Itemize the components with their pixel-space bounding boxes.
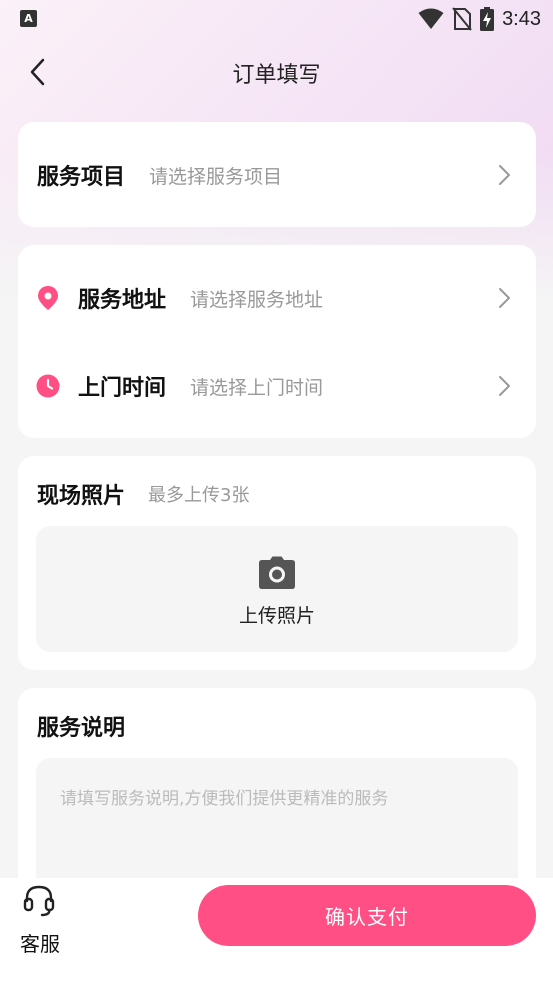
description-placeholder: 请填写服务说明,方便我们提供更精准的服务 bbox=[60, 789, 389, 809]
app-icon: A bbox=[20, 10, 37, 27]
photos-card: 现场照片 最多上传3张 上传照片 bbox=[18, 456, 536, 670]
visit-time-value: 请选择上门时间 bbox=[190, 376, 324, 399]
photos-hint: 最多上传3张 bbox=[148, 485, 250, 506]
confirm-pay-button[interactable]: 确认支付 bbox=[198, 885, 536, 946]
headset-icon bbox=[23, 885, 55, 917]
chevron-right-icon bbox=[499, 165, 510, 185]
status-time: 3:43 bbox=[502, 7, 541, 30]
visit-time-row[interactable]: 上门时间 请选择上门时间 bbox=[18, 356, 536, 416]
photos-title: 现场照片 bbox=[37, 484, 126, 509]
description-input[interactable]: 请填写服务说明,方便我们提供更精准的服务 bbox=[36, 758, 518, 898]
service-item-row[interactable]: 服务项目 请选择服务项目 bbox=[18, 145, 536, 205]
chevron-right-icon bbox=[499, 288, 510, 308]
bottom-bar: 客服 确认支付 bbox=[0, 878, 553, 983]
status-bar: A 3:43 bbox=[0, 0, 553, 38]
no-sim-icon bbox=[452, 7, 472, 31]
address-value: 请选择服务地址 bbox=[190, 288, 324, 311]
wifi-icon bbox=[418, 8, 444, 29]
description-title: 服务说明 bbox=[37, 716, 126, 741]
service-item-value: 请选择服务项目 bbox=[149, 165, 283, 188]
camera-icon bbox=[259, 556, 295, 589]
visit-time-label: 上门时间 bbox=[78, 376, 167, 401]
nav-bar: 订单填写 bbox=[0, 45, 553, 97]
address-label: 服务地址 bbox=[78, 288, 167, 313]
page-title: 订单填写 bbox=[232, 63, 321, 88]
clock-icon bbox=[36, 374, 60, 398]
status-bar-right: 3:43 bbox=[418, 6, 541, 32]
service-item-card: 服务项目 请选择服务项目 bbox=[18, 122, 536, 227]
upload-photo-label: 上传照片 bbox=[238, 605, 315, 627]
location-pin-icon bbox=[36, 286, 60, 310]
customer-service-label: 客服 bbox=[20, 932, 60, 956]
customer-service-button[interactable]: 客服 bbox=[12, 884, 68, 956]
address-row[interactable]: 服务地址 请选择服务地址 bbox=[18, 268, 536, 328]
battery-charging-icon bbox=[480, 7, 495, 31]
upload-photo-button[interactable]: 上传照片 bbox=[36, 526, 518, 652]
address-time-card: 服务地址 请选择服务地址 上门时间 请选择上门时间 bbox=[18, 245, 536, 438]
chevron-right-icon bbox=[499, 376, 510, 396]
service-item-label: 服务项目 bbox=[37, 165, 126, 190]
